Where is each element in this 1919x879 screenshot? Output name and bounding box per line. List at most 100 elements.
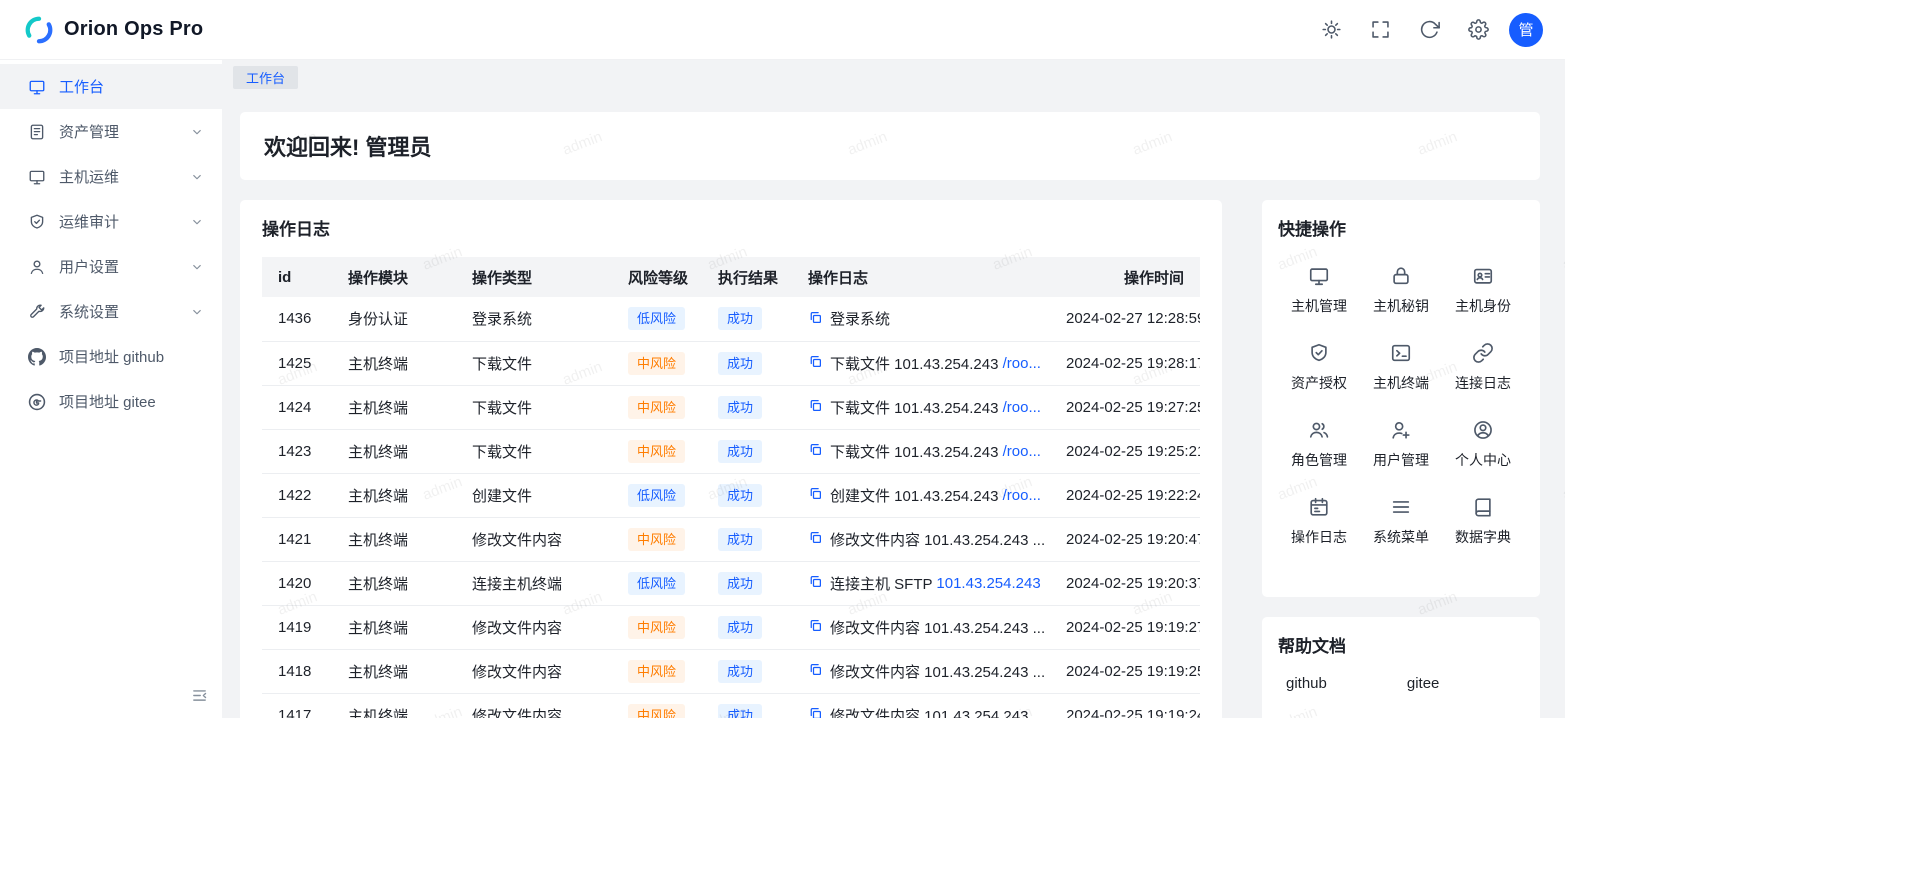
- quick-action-id-card[interactable]: 主机身份: [1442, 254, 1524, 326]
- copy-icon[interactable]: [808, 662, 823, 677]
- welcome-text: 欢迎回来! 管理员: [264, 130, 431, 162]
- log-link[interactable]: /roo...: [1003, 355, 1041, 372]
- quick-action-label: 系统菜单: [1373, 527, 1429, 547]
- log-link[interactable]: 101.43.254.243: [936, 575, 1040, 592]
- quick-action-user-add[interactable]: 用户管理: [1360, 408, 1442, 480]
- log-text: 连接主机 SFTP: [830, 576, 936, 593]
- quick-action-lock[interactable]: 主机秘钥: [1360, 254, 1442, 326]
- cell-time: 2024-02-25 19:27:25: [1050, 385, 1200, 429]
- table-row: 1420 主机终端 连接主机终端 低风险 成功 连接主机 SFTP 101.43…: [262, 561, 1200, 605]
- quick-action-link[interactable]: 连接日志: [1442, 331, 1524, 403]
- help-link-github[interactable]: github: [1286, 675, 1327, 692]
- audit-icon: [28, 213, 46, 231]
- cell-risk: 低风险: [612, 473, 702, 517]
- quick-action-team[interactable]: 角色管理: [1278, 408, 1360, 480]
- copy-icon[interactable]: [808, 574, 823, 589]
- cell-result: 成功: [702, 385, 792, 429]
- sidebar-item-label: 项目地址 github: [59, 346, 164, 367]
- risk-badge: 低风险: [628, 307, 685, 330]
- sidebar-item-asset[interactable]: 资产管理: [0, 109, 222, 154]
- copy-icon[interactable]: [808, 398, 823, 413]
- copy-icon[interactable]: [808, 486, 823, 501]
- quick-action-label: 主机秘钥: [1373, 296, 1429, 316]
- result-badge: 成功: [718, 307, 762, 330]
- app-header: Orion Ops Pro 管: [0, 0, 1565, 60]
- quick-action-shield[interactable]: 资产授权: [1278, 331, 1360, 403]
- table-row: 1421 主机终端 修改文件内容 中风险 成功 修改文件内容 101.43.25…: [262, 517, 1200, 561]
- quick-action-label: 连接日志: [1455, 373, 1511, 393]
- risk-badge: 中风险: [628, 660, 685, 683]
- cell-result: 成功: [702, 297, 792, 341]
- log-link[interactable]: /roo...: [1003, 487, 1041, 504]
- cell-type: 连接主机终端: [456, 561, 612, 605]
- result-badge: 成功: [718, 704, 762, 719]
- app-title: Orion Ops Pro: [64, 18, 203, 41]
- cell-id: 1424: [262, 385, 332, 429]
- log-link[interactable]: /roo...: [1003, 443, 1041, 460]
- risk-badge: 低风险: [628, 484, 685, 507]
- result-badge: 成功: [718, 484, 762, 507]
- result-badge: 成功: [718, 352, 762, 375]
- sidebar-item-gitee[interactable]: 项目地址 gitee: [0, 379, 222, 424]
- help-docs-card: 帮助文档 github gitee: [1262, 617, 1540, 718]
- copy-icon[interactable]: [808, 442, 823, 457]
- cell-module: 主机终端: [332, 473, 456, 517]
- quick-action-label: 数据字典: [1455, 527, 1511, 547]
- help-docs-title: 帮助文档: [1278, 635, 1524, 659]
- cell-result: 成功: [702, 517, 792, 561]
- quick-action-label: 主机管理: [1291, 296, 1347, 316]
- refresh-icon[interactable]: [1419, 19, 1440, 40]
- chevron-down-icon: [190, 215, 204, 229]
- sidebar-item-user[interactable]: 用户设置: [0, 244, 222, 289]
- log-text: 修改文件内容 101.43.254.243 ...: [830, 532, 1045, 549]
- collapse-sidebar-button[interactable]: [191, 687, 208, 704]
- cell-risk: 中风险: [612, 385, 702, 429]
- log-card-title: 操作日志: [262, 218, 1200, 242]
- copy-icon[interactable]: [808, 310, 823, 325]
- quick-action-label: 角色管理: [1291, 450, 1347, 470]
- cell-type: 修改文件内容: [456, 605, 612, 649]
- cell-risk: 中风险: [612, 649, 702, 693]
- theme-icon[interactable]: [1321, 19, 1342, 40]
- user-circle-icon: [1472, 419, 1494, 441]
- cell-log: 创建文件 101.43.254.243 /roo...: [792, 473, 1050, 517]
- tab-workbench[interactable]: 工作台: [233, 66, 298, 89]
- cell-module: 主机终端: [332, 561, 456, 605]
- sidebar-item-github[interactable]: 项目地址 github: [0, 334, 222, 379]
- table-row: 1436 身份认证 登录系统 低风险 成功 登录系统 2024-02-27 12…: [262, 297, 1200, 341]
- cell-time: 2024-02-25 19:25:21: [1050, 429, 1200, 473]
- table-header: id 操作模块 操作类型 风险等级 执行结果 操作日志 操作时间: [262, 257, 1200, 297]
- help-link-gitee[interactable]: gitee: [1407, 675, 1440, 692]
- col-log: 操作日志: [792, 257, 1050, 297]
- cell-id: 1422: [262, 473, 332, 517]
- fullscreen-icon[interactable]: [1370, 19, 1391, 40]
- cell-module: 主机终端: [332, 605, 456, 649]
- sidebar-item-host[interactable]: 主机运维: [0, 154, 222, 199]
- header-actions: 管: [1321, 13, 1543, 47]
- quick-action-calendar[interactable]: 操作日志: [1278, 485, 1360, 557]
- quick-action-monitor[interactable]: 主机管理: [1278, 254, 1360, 326]
- log-text: 下载文件 101.43.254.243: [830, 400, 1003, 417]
- copy-icon[interactable]: [808, 706, 823, 718]
- terminal-icon: [1390, 342, 1412, 364]
- quick-action-terminal[interactable]: 主机终端: [1360, 331, 1442, 403]
- sidebar-item-audit[interactable]: 运维审计: [0, 199, 222, 244]
- sidebar-nav: 工作台 资产管理 主机运维 运维审计 用户设置 系统设置 项目地址 github…: [0, 64, 222, 424]
- content: 欢迎回来! 管理员 操作日志 id: [222, 89, 1565, 718]
- copy-icon[interactable]: [808, 618, 823, 633]
- book-icon: [1472, 496, 1494, 518]
- settings-icon[interactable]: [1468, 19, 1489, 40]
- copy-icon[interactable]: [808, 530, 823, 545]
- user-avatar[interactable]: 管: [1509, 13, 1543, 47]
- cell-id: 1421: [262, 517, 332, 561]
- cell-log: 下载文件 101.43.254.243 /roo...: [792, 429, 1050, 473]
- log-link[interactable]: /roo...: [1003, 399, 1041, 416]
- copy-icon[interactable]: [808, 354, 823, 369]
- quick-action-menu[interactable]: 系统菜单: [1360, 485, 1442, 557]
- main-area: 工作台 欢迎回来! 管理员 操作日志: [222, 60, 1565, 718]
- sidebar-item-dashboard[interactable]: 工作台: [0, 64, 222, 109]
- logo-icon: [24, 15, 54, 45]
- quick-action-book[interactable]: 数据字典: [1442, 485, 1524, 557]
- quick-action-user-circle[interactable]: 个人中心: [1442, 408, 1524, 480]
- sidebar-item-system[interactable]: 系统设置: [0, 289, 222, 334]
